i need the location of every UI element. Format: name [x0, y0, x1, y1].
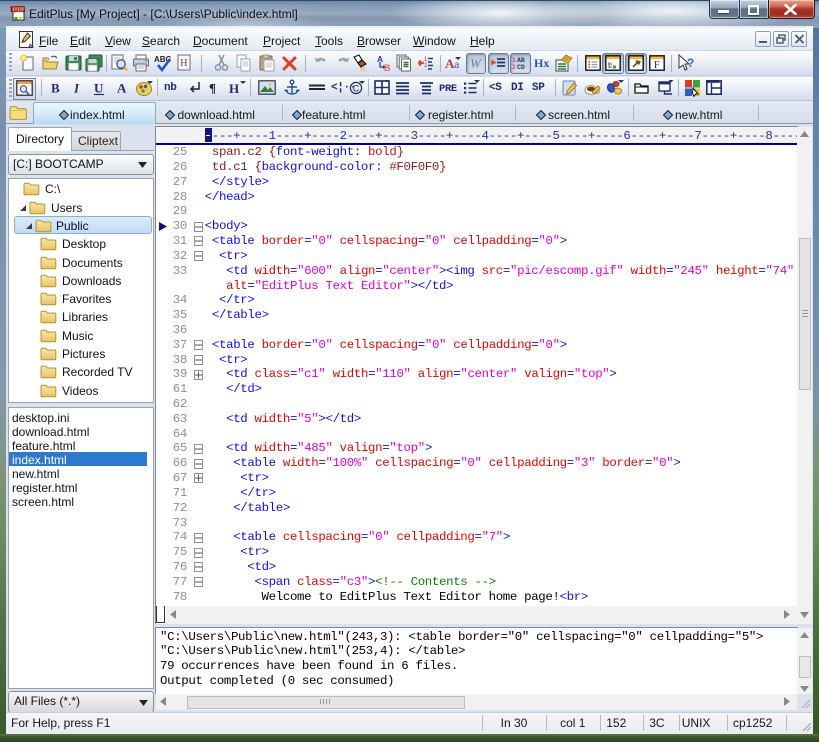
svg-text:B: B	[384, 63, 391, 72]
svg-text:C: C	[353, 84, 360, 94]
svg-text:2: 2	[424, 63, 428, 69]
svg-text:¶: ¶	[209, 81, 216, 96]
svg-text:Hx: Hx	[534, 56, 549, 70]
svg-text:1: 1	[512, 57, 516, 64]
svg-text:?: ?	[687, 56, 694, 70]
svg-text:2: 2	[512, 64, 516, 71]
svg-text:I: I	[74, 81, 80, 96]
svg-text:A: A	[117, 81, 127, 96]
svg-text:H: H	[180, 58, 187, 69]
svg-text:B: B	[51, 81, 60, 96]
svg-text:F: F	[654, 60, 660, 71]
svg-text:AB: AB	[517, 57, 525, 64]
svg-text:W: W	[470, 56, 482, 71]
svg-text:H: H	[229, 81, 239, 96]
svg-text:CD: CD	[517, 64, 525, 71]
svg-text:a: a	[454, 57, 460, 71]
svg-text:U: U	[94, 81, 104, 96]
